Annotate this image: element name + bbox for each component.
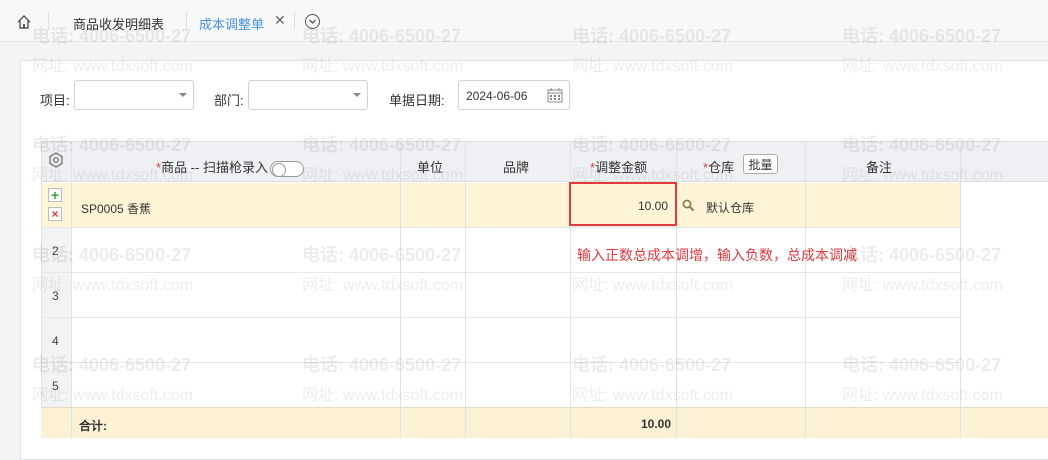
add-row-icon[interactable]: + [48,188,62,202]
header-adjust-amount: *调整金额 [590,160,648,175]
row-divider [41,362,960,363]
date-label: 单据日期: [389,93,445,108]
column-settings-icon[interactable] [48,152,64,171]
caret-down-icon [353,93,361,97]
delete-row-icon[interactable]: × [48,207,62,221]
cell-warehouse[interactable]: 默认仓库 [706,199,754,216]
table-row[interactable] [71,183,960,227]
row-divider [41,317,960,318]
calendar-icon[interactable] [547,88,563,106]
header-product: *商品 -- 扫描枪录入 [156,157,304,177]
row-divider [41,227,960,228]
chevron-down-icon[interactable] [305,14,320,29]
row-number: 4 [52,334,59,348]
home-icon[interactable] [14,12,34,32]
row-divider [41,272,960,273]
total-row [41,407,1048,438]
tab-cost-adjustment[interactable]: 成本调整单 [199,14,264,33]
date-input[interactable]: 2024-06-06 [458,80,570,110]
col-divider [570,407,571,438]
total-label: 合计: [79,419,107,433]
tab-goods-detail-report[interactable]: 商品收发明细表 [73,14,164,33]
row-number: 2 [52,244,59,258]
row-number: 5 [52,379,59,393]
dept-select[interactable] [248,80,368,110]
batch-button[interactable]: 批量 [743,154,778,174]
col-divider [465,141,466,438]
col-divider [400,407,401,438]
caret-down-icon [179,93,187,97]
col-divider [960,407,961,438]
amount-highlight-box [569,182,677,226]
tab-separator [186,12,187,30]
col-divider [960,141,961,438]
tab-separator [294,12,295,30]
close-tab-icon[interactable]: ✕ [274,12,286,29]
col-divider [71,141,72,438]
col-divider [676,407,677,438]
total-amount: 10.00 [641,417,672,431]
project-label: 项目: [40,93,70,108]
form-panel [20,60,1048,460]
col-divider [41,141,42,438]
tab-bar: 商品收发明细表 成本调整单 ✕ [0,0,1048,42]
scanner-toggle[interactable] [269,160,304,177]
annotation-note: 输入正数总成本调增，输入负数，总成本调减 [577,247,857,263]
header-warehouse: *仓库 [703,160,735,175]
col-divider [805,407,806,438]
cell-product[interactable]: SP0005 香蕉 [81,200,151,217]
header-brand: 品牌 [503,160,530,175]
header-unit: 单位 [417,160,444,175]
tab-separator [48,12,49,30]
date-value: 2024-06-06 [466,89,528,103]
col-divider [71,407,72,438]
col-divider [465,407,466,438]
project-select[interactable] [74,80,194,110]
col-divider [400,141,401,438]
dept-label: 部门: [214,93,244,108]
header-remark: 备注 [866,160,893,175]
row-number: 3 [52,289,59,303]
col-divider [805,141,806,438]
search-icon[interactable] [682,199,695,215]
